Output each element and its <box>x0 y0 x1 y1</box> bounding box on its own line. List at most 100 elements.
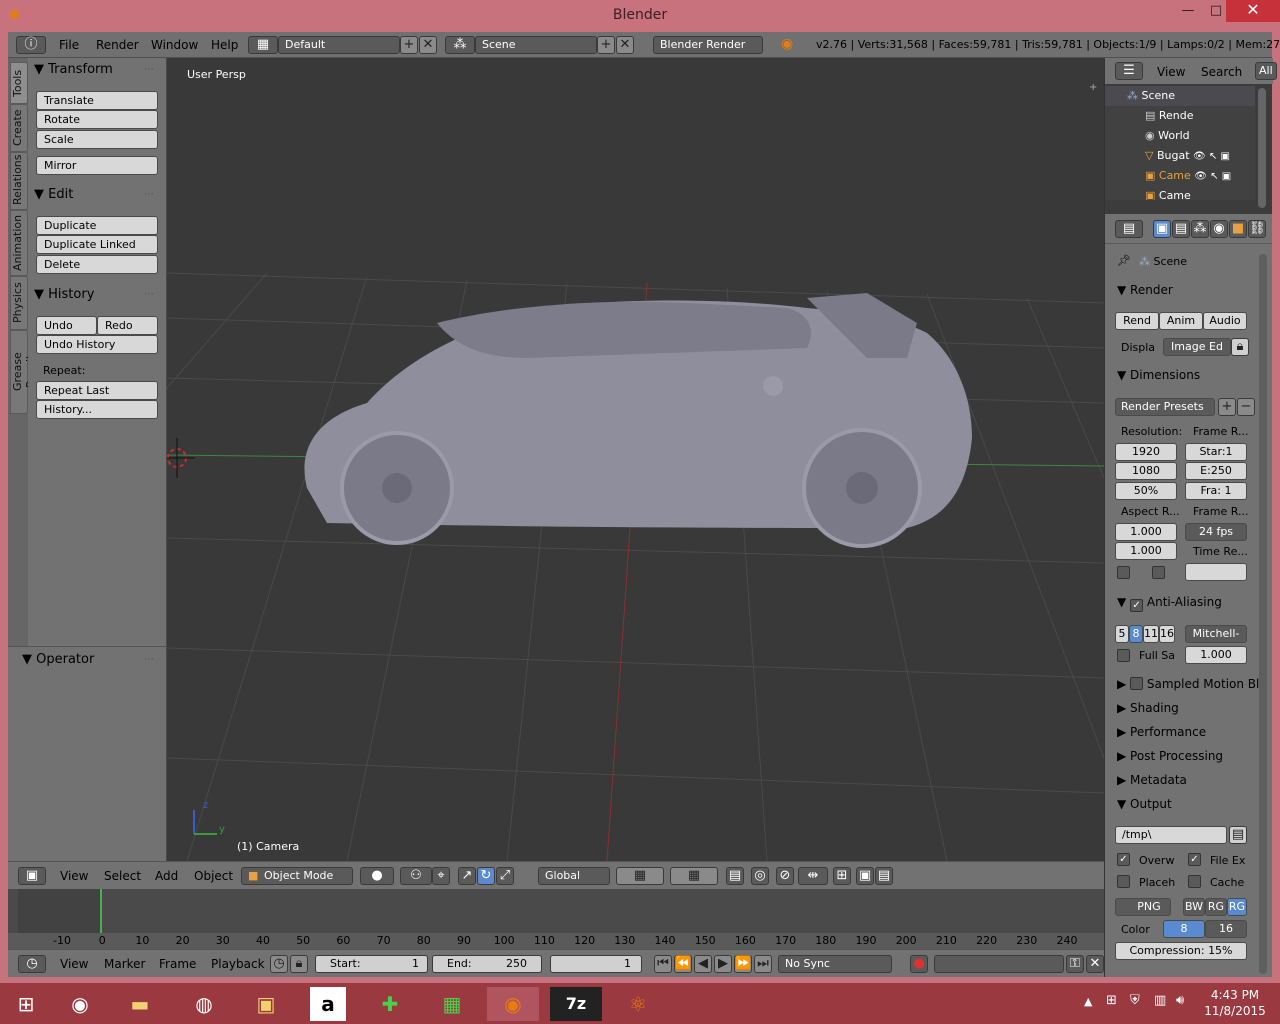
render-still-button[interactable]: Rend <box>1115 312 1159 330</box>
speaker-app-icon[interactable]: ◍ <box>178 987 230 1021</box>
aspect-y-field[interactable]: 1.000 <box>1115 542 1177 560</box>
render-anim-button[interactable]: Anim <box>1159 312 1203 330</box>
jump-start-icon[interactable]: ⏮ <box>654 955 672 973</box>
menu-window[interactable]: Window <box>151 38 198 52</box>
render-engine-select[interactable]: Blender Render <box>653 36 763 54</box>
record-icon[interactable]: ● <box>910 955 928 973</box>
jump-end-icon[interactable]: ⏭ <box>754 955 772 973</box>
lock-layer-icon[interactable]: ▤ <box>726 867 744 885</box>
snap-icon[interactable]: ⊘ <box>776 867 794 885</box>
layers-tab-icon[interactable]: ▤ <box>1172 220 1190 238</box>
aa-samples-11[interactable]: 11 <box>1143 625 1159 643</box>
render-presets-select[interactable]: Render Presets <box>1115 398 1215 416</box>
post-processing-panel-header[interactable]: ▶ Post Processing <box>1117 749 1223 763</box>
frame-start-field[interactable]: Star:1 <box>1185 443 1247 461</box>
color-rgba-button[interactable]: RG <box>1227 898 1247 916</box>
outliner-row-camera[interactable]: ▣ Came 👁︎ ↖ ▣ <box>1105 166 1255 186</box>
tab-grease-pencil[interactable]: Grease Pencil <box>10 330 37 414</box>
insert-keyframe-icon[interactable]: ⚿ <box>1066 955 1084 973</box>
tab-relations[interactable]: Relations <box>10 152 28 210</box>
tab-physics[interactable]: Physics <box>10 276 28 330</box>
repeat-last-button[interactable]: Repeat Last <box>36 381 158 400</box>
panel-grip-icon[interactable]: ⋯ <box>144 289 154 300</box>
car-model[interactable] <box>304 293 973 548</box>
scene-tab-icon[interactable]: ⁂ <box>1191 220 1209 238</box>
panel-grip-icon[interactable]: ⋯ <box>144 189 154 200</box>
redo-button[interactable]: Redo <box>97 316 158 335</box>
keying-set-field[interactable] <box>934 955 1064 973</box>
pivot-icon[interactable]: ⚇ <box>400 867 432 885</box>
timeline-editor-icon[interactable]: ◷ <box>18 955 46 973</box>
system-clock[interactable]: 4:43 PM 11/8/2015 <box>1200 987 1270 1019</box>
world-tab-icon[interactable]: ◉ <box>1210 220 1228 238</box>
tl-menu-view[interactable]: View <box>60 957 88 971</box>
amazon-icon[interactable]: a <box>310 987 346 1021</box>
network-app-icon[interactable]: ⚛ <box>612 987 664 1021</box>
overwrite-checkbox[interactable]: ✓ <box>1117 853 1130 866</box>
color-bw-button[interactable]: BW <box>1183 898 1205 916</box>
layout-field[interactable]: Default <box>278 36 400 54</box>
lock-range-icon[interactable]: 🔒︎ <box>290 955 308 973</box>
rotate-manipulator-icon[interactable]: ↻ <box>477 867 495 885</box>
mirror-button[interactable]: Mirror <box>36 156 158 175</box>
menu-file[interactable]: File <box>59 38 79 52</box>
rotate-button[interactable]: Rotate <box>36 110 158 129</box>
outliner-row-render[interactable]: ▤ Rende <box>1105 106 1255 126</box>
depth-8-button[interactable]: 8 <box>1163 920 1205 938</box>
outliner-row-camera-2[interactable]: ▣ Came <box>1105 186 1255 200</box>
layout-grid-icon[interactable]: ▦ <box>248 36 278 54</box>
info-editor-icon[interactable]: ⓘ <box>16 36 46 54</box>
start-frame-field[interactable]: Start: 1 <box>315 955 428 973</box>
timeline-ruler[interactable]: -10 0 10 20 30 40 50 60 70 80 90 100 110 120 130 140 150… <box>8 933 1104 949</box>
menu-render[interactable]: Render <box>96 38 139 52</box>
tray-network-icon[interactable]: ▥ <box>1154 993 1166 1008</box>
object-tab-icon[interactable]: ■ <box>1229 220 1247 238</box>
current-frame-field[interactable]: 1 <box>550 955 642 973</box>
display-select[interactable]: Image Ed <box>1163 338 1231 356</box>
resolution-y-field[interactable]: 1080 <box>1115 462 1177 480</box>
jump-keyframe-forward-icon[interactable]: ⏩ <box>734 955 752 973</box>
tray-volume-icon[interactable]: 🔊︎ <box>1176 993 1184 1008</box>
manipulator-icon[interactable]: ⌖ <box>432 867 450 885</box>
file-ext-checkbox[interactable]: ✓ <box>1188 853 1201 866</box>
vp-menu-select[interactable]: Select <box>104 869 141 883</box>
layers-grid-icon[interactable]: ▦ <box>616 867 664 885</box>
aa-samples-5[interactable]: 5 <box>1115 625 1129 643</box>
properties-editor-icon[interactable]: ▤ <box>1115 220 1143 238</box>
lock-interface-icon[interactable]: 🔒︎ <box>1231 338 1249 356</box>
crop-checkbox[interactable] <box>1152 566 1165 579</box>
opengl-anim-icon[interactable]: ▤ <box>875 867 893 885</box>
tl-menu-frame[interactable]: Frame <box>159 957 196 971</box>
store-icon[interactable]: ▦ <box>426 987 478 1021</box>
anti-aliasing-panel-header[interactable]: ▼ ✓ Anti-Aliasing <box>1117 595 1222 612</box>
aa-size-field[interactable]: 1.000 <box>1185 646 1247 664</box>
play-reverse-icon[interactable]: ◀ <box>694 955 712 973</box>
jump-keyframe-back-icon[interactable]: ⏪ <box>674 955 692 973</box>
history-panel-header[interactable]: ▼ History <box>34 287 94 302</box>
tray-chevron-icon[interactable]: ▲ <box>1084 995 1092 1008</box>
windows-icon[interactable]: ⊞ <box>0 987 52 1021</box>
scene-field[interactable]: Scene <box>475 36 597 54</box>
transform-panel-header[interactable]: ▼ Transform <box>34 62 113 77</box>
3d-cursor-icon[interactable] <box>167 438 195 478</box>
tray-flag-icon[interactable]: ⊞ <box>1106 993 1117 1008</box>
editor-type-icon[interactable]: ▣ <box>18 867 46 885</box>
scene-add-icon[interactable]: + <box>597 36 615 54</box>
layout-remove-icon[interactable]: ✕ <box>419 36 437 54</box>
duplicate-button[interactable]: Duplicate <box>36 216 158 235</box>
history-button[interactable]: History... <box>36 400 158 419</box>
resolution-percent-field[interactable]: 50% <box>1115 482 1177 500</box>
panel-grip-icon[interactable]: ⋯ <box>144 654 154 665</box>
border-checkbox[interactable] <box>1117 566 1130 579</box>
close-button[interactable]: ✕ <box>1226 0 1280 22</box>
transform-orientation-select[interactable]: Global <box>538 867 610 885</box>
preset-add-icon[interactable]: + <box>1218 398 1236 416</box>
outliner-row-mesh[interactable]: ▽ Bugat 👁︎ ↖ ▣ <box>1105 146 1255 166</box>
duplicate-linked-button[interactable]: Duplicate Linked <box>36 235 158 254</box>
menu-help[interactable]: Help <box>211 38 238 52</box>
sampled-motion-blur-header[interactable]: ▶ Sampled Motion Bl <box>1117 677 1267 691</box>
placeholders-checkbox[interactable] <box>1117 875 1130 888</box>
file-browser-icon[interactable]: ▤ <box>1229 826 1247 844</box>
vp-menu-add[interactable]: Add <box>155 869 178 883</box>
7zip-icon[interactable]: 7z <box>550 987 602 1021</box>
